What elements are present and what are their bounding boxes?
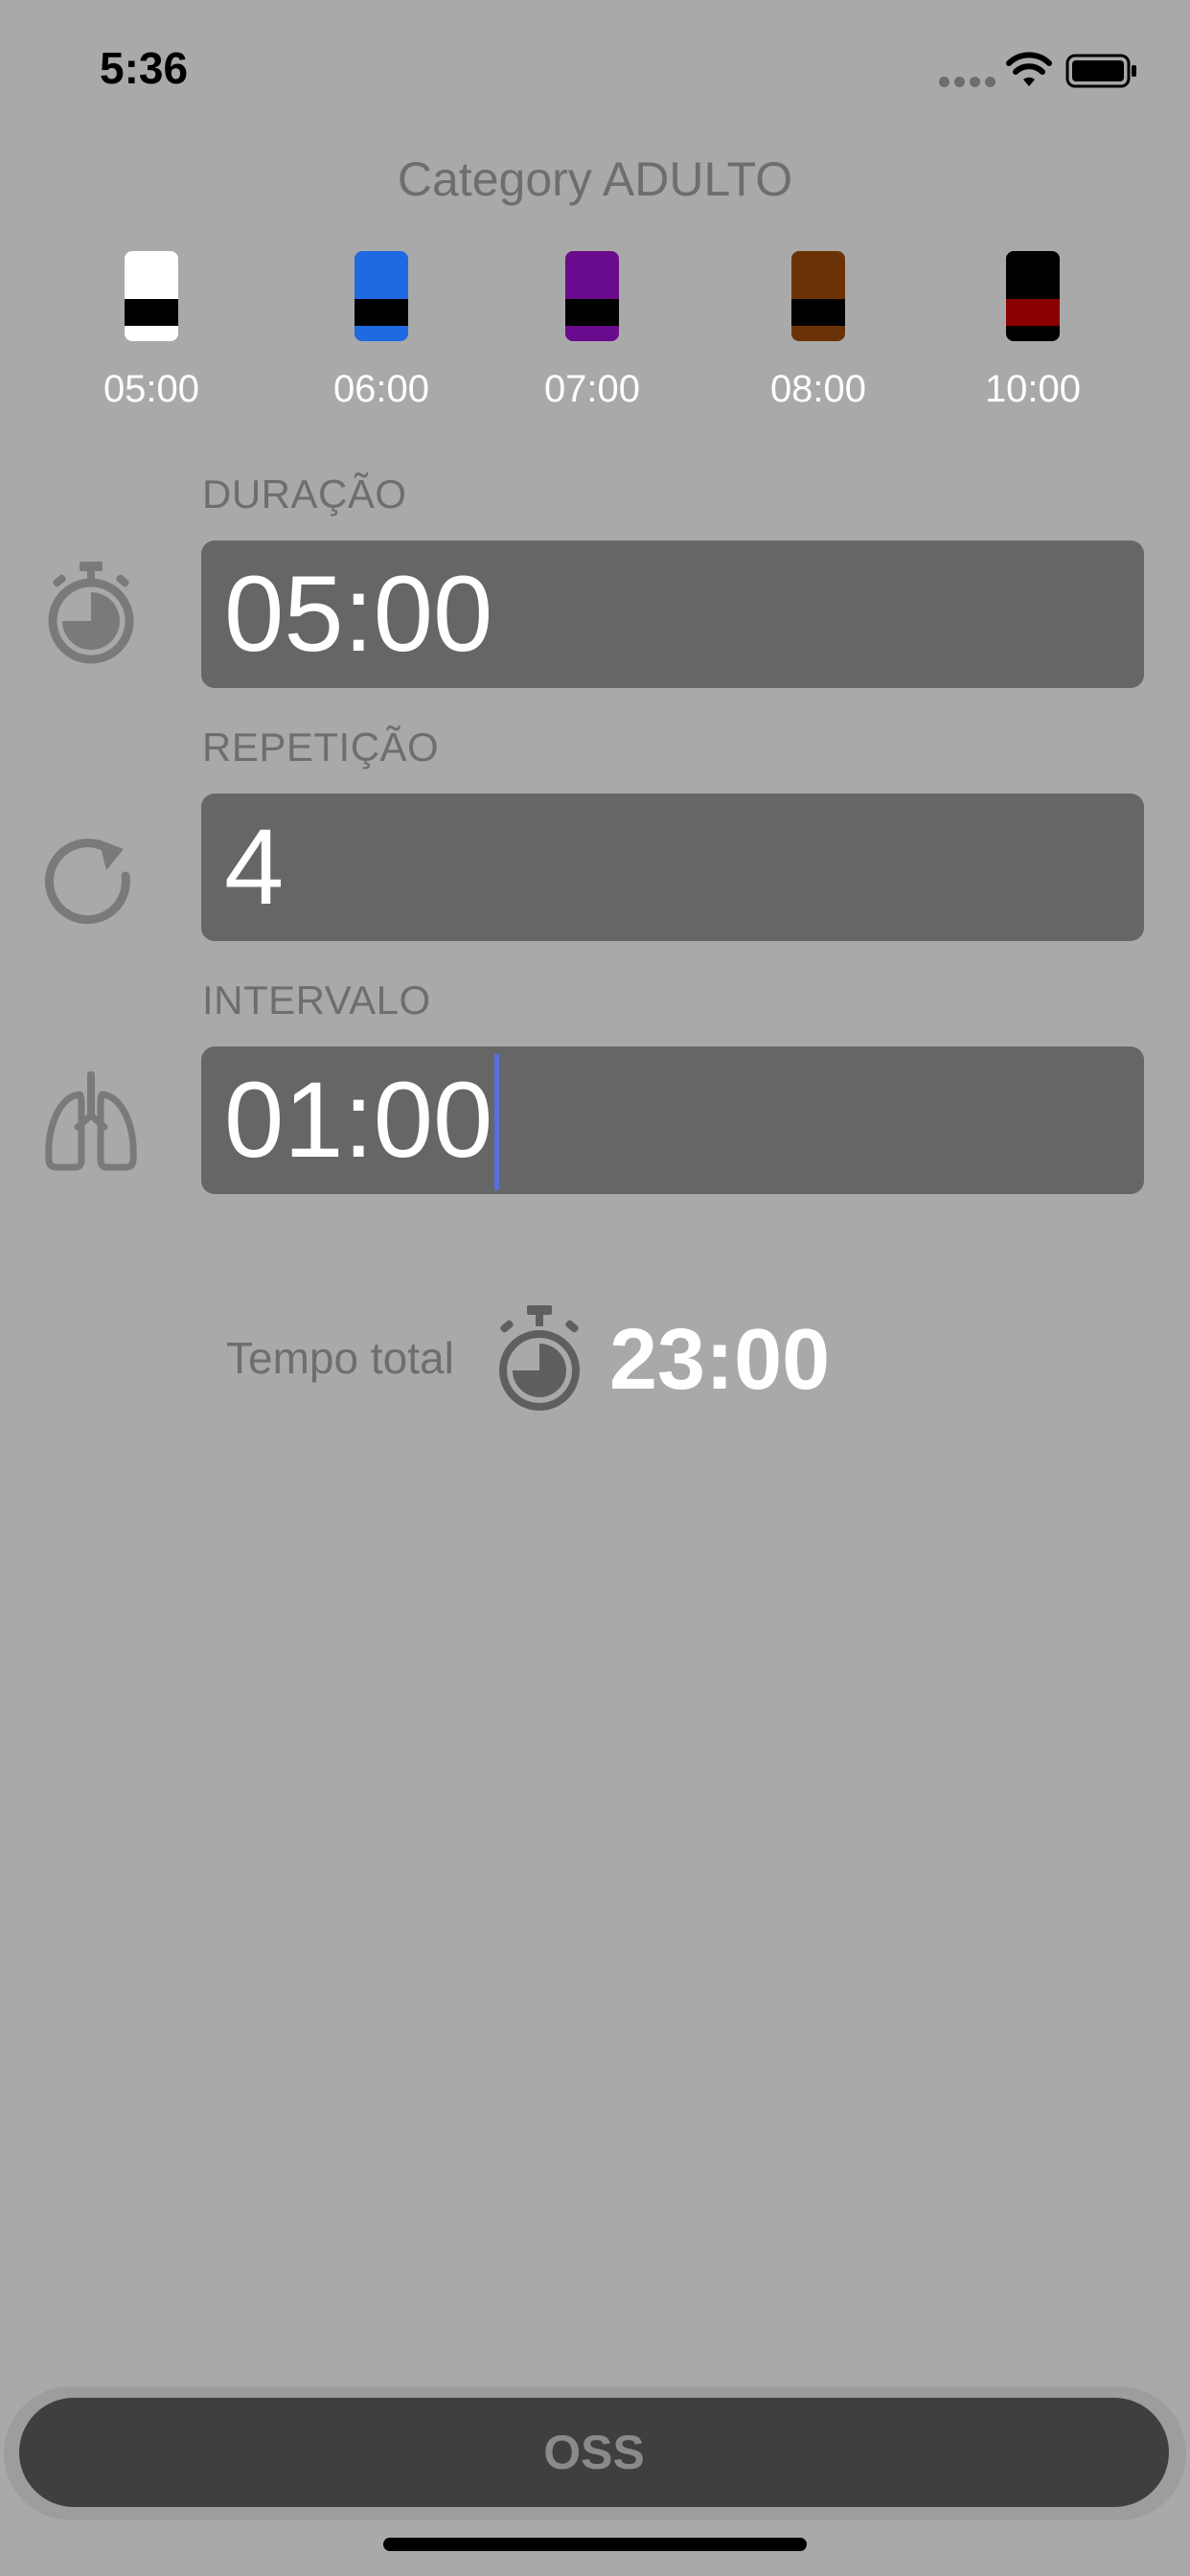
duracao-input[interactable]: 05:00 [201, 540, 1144, 688]
intervalo-value: 01:00 [224, 1060, 493, 1180]
intervalo-input[interactable]: 01:00 [201, 1046, 1144, 1194]
belt-white[interactable] [125, 251, 178, 341]
battery-icon [1065, 54, 1136, 88]
lungs-icon [45, 1071, 137, 1171]
belt-brown[interactable] [791, 251, 845, 341]
refresh-icon [44, 839, 130, 924]
belt-time-label: 06:00 [332, 368, 430, 410]
wifi-icon [1006, 52, 1052, 86]
belt-blue[interactable] [355, 251, 408, 341]
cellular-signal-icon [939, 75, 1008, 87]
stopwatch-icon [48, 562, 134, 664]
oss-button[interactable]: OSS [19, 2398, 1169, 2507]
intervalo-label: INTERVALO [202, 978, 431, 1023]
home-indicator [383, 2538, 807, 2551]
duracao-label: DURAÇÃO [202, 472, 407, 517]
belt-time-label: 08:00 [769, 368, 867, 410]
belt-time-label: 10:00 [984, 368, 1082, 410]
text-caret [494, 1054, 500, 1191]
category-title: Category ADULTO [397, 152, 793, 206]
total-label: Tempo total [226, 1333, 454, 1383]
belt-time-label: 07:00 [543, 368, 641, 410]
stopwatch-icon [499, 1305, 580, 1411]
belt-purple[interactable] [565, 251, 619, 341]
repeticao-label: REPETIÇÃO [202, 724, 440, 770]
repeticao-input[interactable]: 4 [201, 794, 1144, 941]
belt-time-label: 05:00 [103, 368, 200, 410]
total-value: 23:00 [609, 1312, 831, 1408]
status-time: 5:36 [100, 43, 189, 93]
belt-black[interactable] [1006, 251, 1060, 341]
